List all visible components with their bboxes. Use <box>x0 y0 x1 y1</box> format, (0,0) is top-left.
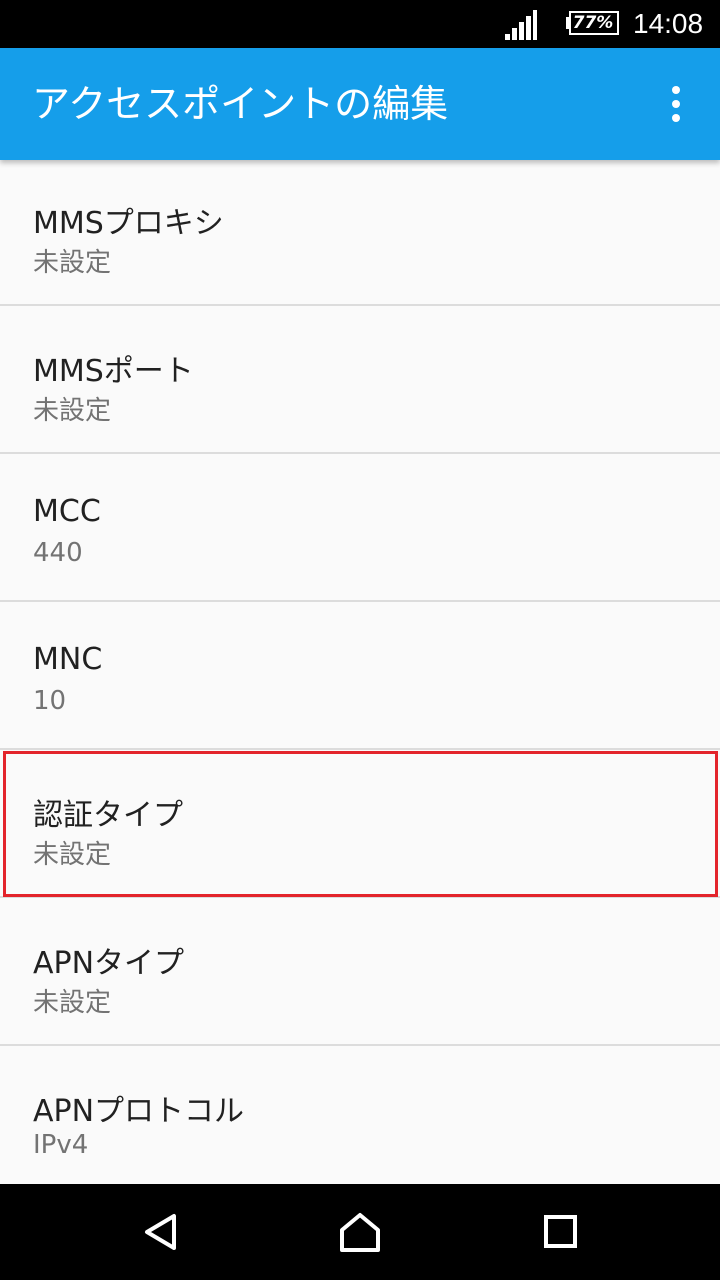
menu-dot <box>672 100 680 108</box>
back-icon[interactable] <box>130 1202 190 1262</box>
setting-apn-type[interactable]: APNタイプ 未設定 <box>0 900 720 1046</box>
setting-title: APNプロトコル <box>33 1094 245 1129</box>
battery-level: 77% <box>572 13 614 33</box>
overflow-menu-icon[interactable] <box>652 76 700 132</box>
setting-summary: 未設定 <box>33 840 112 870</box>
setting-title: APNタイプ <box>33 946 185 981</box>
setting-summary: IPv4 <box>33 1130 89 1160</box>
setting-title: MNC <box>33 642 103 677</box>
status-bar: 77% 14:08 <box>0 0 720 48</box>
setting-auth-type[interactable]: 認証タイプ 未設定 <box>0 752 720 898</box>
navigation-bar <box>0 1184 720 1280</box>
signal-icon <box>505 10 537 40</box>
setting-summary: 未設定 <box>33 988 112 1018</box>
menu-dot <box>672 114 680 122</box>
home-icon[interactable] <box>330 1202 390 1262</box>
setting-mcc[interactable]: MCC 440 <box>0 456 720 602</box>
setting-mnc[interactable]: MNC 10 <box>0 604 720 750</box>
setting-title: MMSプロキシ <box>33 206 224 241</box>
app-bar: アクセスポイントの編集 <box>0 48 720 160</box>
setting-title: MMSポート <box>33 354 194 389</box>
setting-summary: 10 <box>33 686 67 716</box>
setting-summary: 440 <box>33 538 83 568</box>
setting-summary: 未設定 <box>33 248 112 278</box>
setting-title: 認証タイプ <box>33 798 183 833</box>
setting-mms-proxy[interactable]: MMSプロキシ 未設定 <box>0 160 720 306</box>
setting-mms-port[interactable]: MMSポート 未設定 <box>0 308 720 454</box>
setting-apn-protocol[interactable]: APNプロトコル IPv4 <box>0 1048 720 1184</box>
setting-summary: 未設定 <box>33 396 112 426</box>
page-title: アクセスポイントの編集 <box>32 82 449 126</box>
recents-icon[interactable] <box>530 1202 590 1262</box>
settings-list: MMSプロキシ 未設定 MMSポート 未設定 MCC 440 MNC 10 認証… <box>0 160 720 1184</box>
setting-title: MCC <box>33 494 101 529</box>
status-clock: 14:08 <box>633 8 704 39</box>
menu-dot <box>672 86 680 94</box>
